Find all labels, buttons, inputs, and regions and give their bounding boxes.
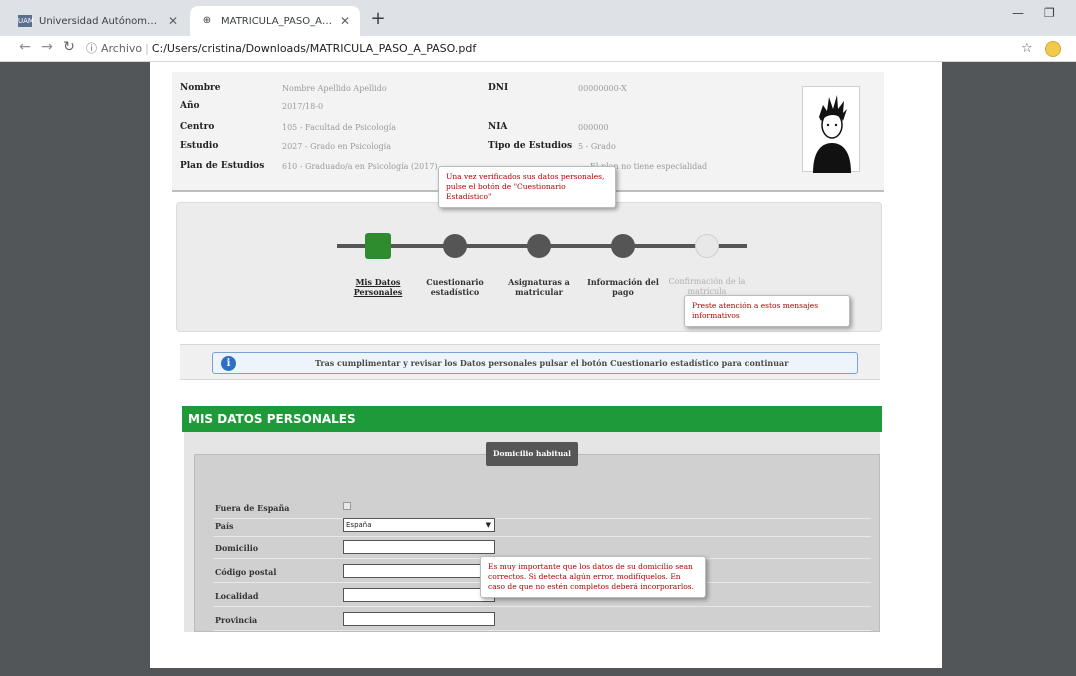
- domicilio-form: Fuera de España País España ▼ Domicilio …: [194, 454, 880, 632]
- tab-title: MATRICULA_PASO_A_PASO.pdf: [221, 15, 334, 27]
- anio-label: Año: [180, 101, 200, 111]
- nombre-label: Nombre: [180, 83, 221, 93]
- domicilio-label: Domicilio: [215, 543, 259, 553]
- address-bar[interactable]: ⓘ Archivo | C:/Users/cristina/Downloads/…: [86, 40, 476, 56]
- address-path: C:/Users/cristina/Downloads/MATRICULA_PA…: [151, 41, 477, 55]
- pais-label: País: [215, 521, 234, 531]
- dropdown-caret-icon: ▼: [485, 521, 491, 529]
- step-pago-label[interactable]: Información del pago: [583, 277, 663, 297]
- section-title: MIS DATOS PERSONALES: [182, 406, 882, 432]
- step-asignaturas-label[interactable]: Asignaturas a matricular: [499, 277, 579, 297]
- step-pago-marker[interactable]: [611, 234, 635, 258]
- university-favicon-icon: UAM: [18, 15, 34, 27]
- student-photo: [802, 86, 860, 173]
- nia-label: NIA: [488, 122, 508, 132]
- info-message-text: Tras cumplimentar y revisar los Datos pe…: [315, 358, 789, 368]
- estudio-label: Estudio: [180, 141, 219, 151]
- maximize-icon[interactable]: ❐: [1044, 6, 1055, 20]
- address-separator: |: [145, 41, 149, 55]
- browser-tab-bar: UAM Universidad Autónoma de Madr ✕ ⊕ MAT…: [0, 0, 1076, 36]
- provincia-label: Provincia: [215, 615, 258, 625]
- tab-title: Universidad Autónoma de Madr: [39, 15, 162, 27]
- pdf-page: Nombre Nombre Apellido Apellido DNI 0000…: [150, 62, 942, 668]
- nia-value: 000000: [578, 123, 609, 132]
- codigo-postal-label: Código postal: [215, 567, 277, 577]
- avatar-silhouette-icon: [813, 95, 851, 173]
- forward-icon[interactable]: →: [38, 39, 56, 55]
- dni-label: DNI: [488, 83, 509, 93]
- row-pais: País España ▼: [213, 515, 871, 537]
- dni-value: 00000000-X: [578, 84, 627, 93]
- new-tab-button[interactable]: +: [366, 8, 390, 32]
- tipo-estudios-value: 5 - Grado: [578, 142, 616, 151]
- tooltip-cuestionario: Una vez verificados sus datos personales…: [438, 166, 616, 208]
- globe-favicon-icon: ⊕: [202, 15, 212, 26]
- tipo-estudios-label: Tipo de Estudios: [488, 141, 573, 151]
- step-asignaturas-marker[interactable]: [527, 234, 551, 258]
- localidad-label: Localidad: [215, 591, 259, 601]
- reload-icon[interactable]: ↻: [60, 39, 78, 55]
- provincia-input[interactable]: [343, 612, 495, 626]
- info-icon[interactable]: ⓘ: [86, 40, 97, 56]
- domicilio-habitual-tab: Domicilio habitual: [486, 442, 578, 466]
- close-tab-icon[interactable]: ✕: [340, 14, 350, 28]
- centro-value: 105 - Facultad de Psicología: [282, 123, 397, 132]
- minimize-icon[interactable]: —: [1012, 6, 1024, 20]
- step-cuestionario-label[interactable]: Cuestionario estadístico: [415, 277, 495, 297]
- back-icon[interactable]: ←: [16, 39, 34, 55]
- plan-estudios-label: Plan de Estudios: [180, 161, 265, 171]
- info-message-box: i Tras cumplimentar y revisar los Datos …: [212, 352, 858, 374]
- step-mis-datos-marker[interactable]: [365, 233, 391, 259]
- profile-avatar[interactable]: [1045, 41, 1061, 57]
- pdf-viewer-background: [10, 62, 150, 668]
- pais-selected-value: España: [346, 521, 372, 529]
- bookmark-star-icon[interactable]: ☆: [1021, 41, 1033, 56]
- estudio-value: 2027 - Grado en Psicología: [282, 142, 391, 151]
- row-provincia: Provincia: [213, 609, 871, 631]
- info-circle-icon: i: [221, 356, 236, 371]
- tooltip-domicilio: Es muy importante que los datos de su do…: [480, 556, 706, 598]
- close-tab-icon[interactable]: ✕: [168, 14, 178, 28]
- step-mis-datos-label[interactable]: Mis Datos Personales: [338, 277, 418, 297]
- domicilio-input[interactable]: [343, 540, 495, 554]
- codigo-postal-input[interactable]: [343, 564, 495, 578]
- fuera-espana-checkbox[interactable]: [343, 502, 351, 510]
- fuera-espana-label: Fuera de España: [215, 503, 290, 513]
- plan-estudios-value: 610 - Graduado/a en Psicología (2017): [282, 162, 438, 171]
- info-message-bar: i Tras cumplimentar y revisar los Datos …: [180, 344, 880, 380]
- tab-matricula-pdf[interactable]: ⊕ MATRICULA_PASO_A_PASO.pdf ✕: [190, 6, 360, 36]
- centro-label: Centro: [180, 122, 215, 132]
- tab-universidad[interactable]: UAM Universidad Autónoma de Madr ✕: [8, 6, 188, 36]
- tooltip-mensajes: Preste atención a estos mensajes informa…: [684, 295, 850, 327]
- address-scheme: Archivo: [101, 41, 143, 55]
- step-confirmacion-label: Confirmación de la matrícula: [668, 277, 746, 296]
- browser-toolbar: ← → ↻ ⓘ Archivo | C:/Users/cristina/Down…: [0, 36, 1076, 62]
- localidad-input[interactable]: [343, 588, 495, 602]
- datos-personales-panel: Fuera de España País España ▼ Domicilio …: [184, 432, 880, 632]
- anio-value: 2017/18-0: [282, 102, 324, 111]
- nombre-value: Nombre Apellido Apellido: [282, 84, 387, 93]
- step-confirmacion-marker: [695, 234, 719, 258]
- step-cuestionario-marker[interactable]: [443, 234, 467, 258]
- pais-select[interactable]: España ▼: [343, 518, 495, 532]
